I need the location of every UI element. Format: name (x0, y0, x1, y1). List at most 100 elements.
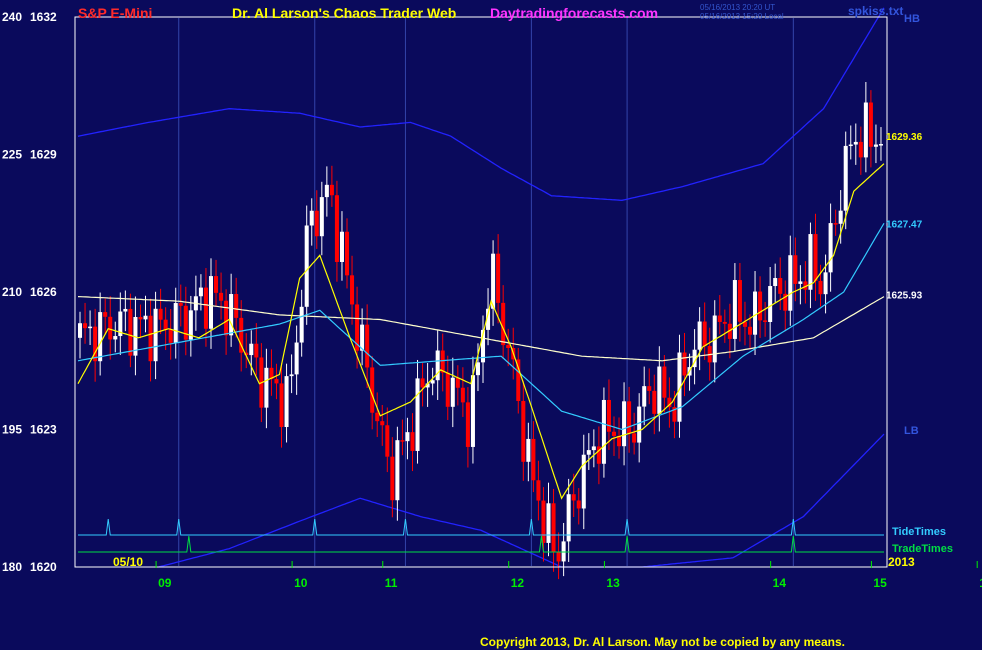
price-bar-body (324, 184, 329, 198)
file-name: spkiss.txt (848, 4, 904, 18)
price-bar-body (627, 401, 632, 434)
price-bar-body (652, 390, 657, 414)
price-bar-body (501, 302, 506, 346)
price-bar-body (702, 321, 707, 347)
y-axis-osc-label: 180 (2, 560, 22, 574)
price-bar-body (737, 280, 742, 322)
price-bar-body (863, 102, 868, 158)
price-bar-body (566, 494, 571, 542)
price-bar-body (632, 433, 637, 443)
price-bar-body (561, 541, 566, 562)
price-bar-body (88, 326, 93, 329)
price-bar-body (173, 303, 178, 343)
price-bar-body (662, 366, 667, 398)
chart-title: Dr. Al Larson's Chaos Trader Web (232, 5, 457, 21)
year-label: 2013 (888, 555, 915, 569)
price-bar-body (163, 319, 168, 330)
price-bar-body (178, 303, 183, 306)
price-bar-body (400, 440, 405, 442)
price-bar-body (103, 312, 108, 317)
price-bar-body (234, 294, 239, 318)
price-bar-body (309, 210, 314, 226)
price-bar-body (375, 412, 380, 422)
instrument-title: S&P E-Mini (78, 5, 153, 21)
x-axis-day-label: 14 (773, 576, 787, 590)
price-bar-body (98, 312, 103, 362)
price-bar-body (853, 141, 858, 145)
price-bar-body (168, 329, 173, 343)
price-bar-body (405, 432, 410, 442)
price-bar-body (768, 286, 773, 322)
y-axis-price-label: 1620 (30, 560, 57, 574)
x-axis-day-label: 09 (158, 576, 172, 590)
chart-canvas: 240 1632 225 1629 210 1626 195 1623 180 1620 09 10 1… (0, 0, 982, 650)
price-bar-body (722, 321, 727, 324)
timestamp-ut: 05/16/2013 20:20 UT (700, 3, 776, 12)
price-bar-body (465, 402, 470, 447)
price-bar-body (153, 308, 158, 362)
x-axis-day-label: 15 (873, 576, 887, 590)
price-bar-body (350, 275, 355, 305)
price-bar-body (314, 210, 319, 237)
price-bar-body (450, 377, 455, 407)
price-bar-body (793, 255, 798, 284)
price-bar-body (128, 308, 133, 356)
price-bar-body (773, 278, 778, 287)
price-bar-body (214, 276, 219, 293)
price-bar-body (344, 231, 350, 276)
price-bar-body (289, 374, 294, 377)
price-bar-body (828, 223, 833, 273)
price-bar-body (642, 386, 647, 407)
price-bar-body (224, 300, 229, 336)
price-bar-body (339, 231, 344, 262)
price-value-label: 1629.36 (886, 132, 923, 143)
y-axis-price-label: 1626 (30, 285, 57, 299)
price-bar-body (838, 210, 843, 224)
price-bar-body (637, 406, 642, 443)
price-bar-body (284, 376, 289, 428)
price-bar-body (440, 350, 445, 373)
price-bar-body (203, 287, 208, 329)
price-bar-body (531, 438, 536, 481)
price-bar-body (546, 503, 551, 543)
price-bar-body (299, 306, 304, 343)
timestamp-local: 05/16/2013 15:20 Local (700, 12, 784, 21)
price-bar-body (435, 350, 440, 381)
price-bar-body (747, 326, 753, 335)
price-bar-body (521, 400, 526, 462)
price-bar-body (491, 253, 496, 309)
price-bar-body (470, 375, 475, 447)
price-bar-body (455, 377, 460, 388)
price-bar-body (516, 359, 521, 401)
price-bar-body (732, 280, 737, 339)
y-axis-price-label: 1623 (30, 423, 57, 437)
price-bar-body (823, 272, 828, 295)
price-bar-body (833, 223, 838, 225)
price-bar-body (219, 292, 224, 301)
price-bar-body (526, 438, 531, 462)
price-bar-body (788, 255, 793, 311)
price-bar-body (113, 336, 118, 340)
price-bar-body (420, 378, 425, 388)
price-bar-body (319, 197, 324, 237)
price-bar-body (813, 234, 818, 281)
price-bar-body (390, 456, 395, 501)
x-axis-day-label: 12 (511, 576, 525, 590)
price-bar-body (198, 287, 203, 297)
website-link[interactable]: Daytradingforecasts.com (490, 5, 658, 21)
price-bar-body (294, 342, 299, 375)
price-bar-body (506, 345, 511, 348)
price-bar-body (571, 494, 576, 501)
price-bar-body (606, 399, 611, 432)
price-bar-body (138, 316, 143, 320)
price-bar-body (415, 378, 420, 451)
price-bar-body (475, 362, 480, 376)
x-axis-day-label: 11 (385, 576, 398, 590)
price-bar-body (460, 387, 465, 403)
y-axis-osc-label: 240 (2, 10, 22, 24)
price-bar-body (878, 144, 883, 146)
price-bar-body (274, 379, 279, 384)
price-bar-body (208, 276, 214, 329)
y-axis-osc-label: 210 (2, 285, 22, 299)
trade-times-label: TradeTimes (892, 543, 953, 555)
